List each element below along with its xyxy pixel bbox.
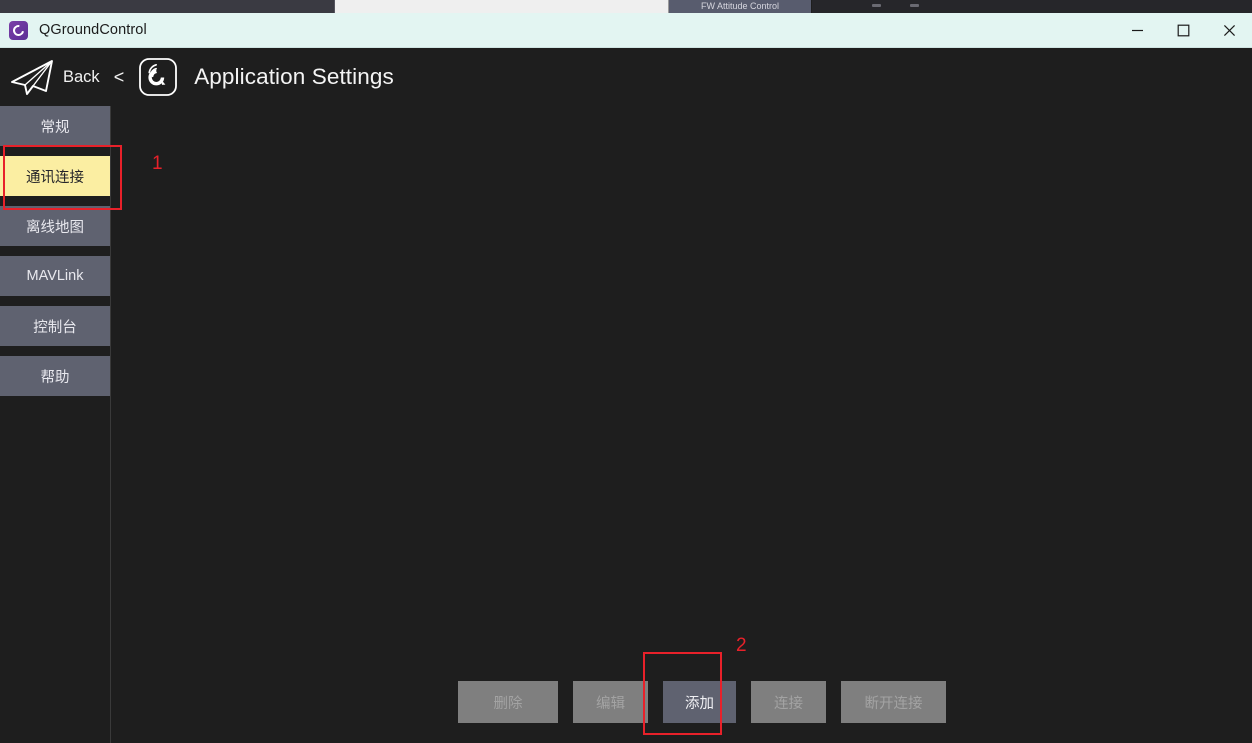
app-toolbar: Back < Application Settings — [0, 48, 1252, 106]
action-button-label: 断开连接 — [864, 695, 923, 712]
sidebar-item-label: MAVLink — [26, 268, 84, 284]
background-window-title: FW Attitude Control — [669, 0, 811, 13]
maximize-button[interactable] — [1160, 13, 1206, 48]
sidebar-item-0[interactable]: 常规 — [0, 106, 110, 146]
sidebar-item-2[interactable]: 离线地图 — [0, 206, 110, 246]
background-pane-middle — [335, 0, 669, 13]
sidebar-item-4[interactable]: 控制台 — [0, 306, 110, 346]
close-button[interactable] — [1206, 13, 1252, 48]
qgroundcontrol-app-icon — [9, 20, 28, 40]
action-button-3: 连接 — [751, 681, 826, 723]
sidebar-item-label: 通讯连接 — [26, 169, 84, 186]
sidebar-item-1[interactable]: 通讯连接 — [0, 156, 110, 196]
background-minimize-icon — [872, 4, 881, 7]
qgroundcontrol-logo-icon — [139, 58, 178, 96]
action-button-label: 添加 — [685, 695, 714, 712]
action-button-label: 编辑 — [596, 695, 625, 712]
action-button-4: 断开连接 — [841, 681, 946, 723]
action-button-1: 编辑 — [573, 681, 648, 723]
sidebar-divider — [110, 106, 111, 743]
window-controls — [1114, 13, 1252, 48]
window-titlebar: QGroundControl — [0, 13, 1252, 48]
background-maximize-icon — [910, 4, 919, 7]
action-button-0: 删除 — [458, 681, 558, 723]
action-button-label: 删除 — [493, 695, 523, 712]
back-label[interactable]: Back — [63, 68, 100, 87]
window-title: QGroundControl — [39, 22, 147, 38]
settings-sidebar: 常规通讯连接离线地图 MAVLink 控制台帮助 — [0, 106, 110, 406]
background-window-strip: FW Attitude Control — [0, 0, 1252, 13]
link-action-button-row: 删除 编辑 添加 连接 断开连接 — [458, 681, 946, 723]
back-chevron-icon[interactable]: < — [114, 67, 125, 88]
sidebar-item-label: 控制台 — [33, 319, 77, 336]
sidebar-item-5[interactable]: 帮助 — [0, 356, 110, 396]
settings-content-area: 常规通讯连接离线地图 MAVLink 控制台帮助 删除 编辑 添加 连接 断开连接 — [0, 106, 1252, 743]
sidebar-item-label: 离线地图 — [26, 219, 84, 236]
sidebar-item-label: 帮助 — [40, 369, 70, 386]
page-title: Application Settings — [194, 64, 394, 89]
paper-plane-icon[interactable] — [8, 58, 56, 96]
background-pane-left — [0, 0, 335, 13]
action-button-label: 连接 — [774, 695, 803, 712]
sidebar-item-3[interactable]: MAVLink — [0, 256, 110, 296]
sidebar-item-label: 常规 — [40, 119, 70, 136]
minimize-button[interactable] — [1114, 13, 1160, 48]
background-pane-right — [812, 0, 1252, 13]
action-button-2[interactable]: 添加 — [663, 681, 736, 723]
